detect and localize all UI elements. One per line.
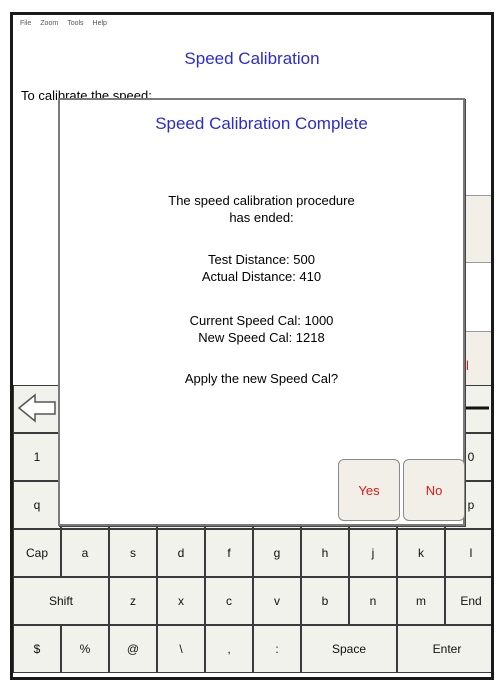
key-colon[interactable]: : [253,625,301,673]
backspace-key[interactable] [13,385,61,433]
dialog-message-line2: has ended: [229,210,294,225]
key-dollar[interactable]: $ [13,625,61,673]
yes-button[interactable]: Yes [338,459,400,521]
key-q[interactable]: q [13,481,61,529]
dialog-message-line1: The speed calibration procedure [168,193,355,208]
menu-bar: File Zoom Tools Help [13,15,491,33]
keyboard-row-bottom: Shift z x c v b n m End [13,577,491,625]
key-backslash[interactable]: \ [157,625,205,673]
key-j[interactable]: j [349,529,397,577]
key-h[interactable]: h [301,529,349,577]
menu-zoom[interactable]: Zoom [40,20,58,33]
key-d[interactable]: d [157,529,205,577]
calibration-complete-dialog: Speed Calibration Complete The speed cal… [58,98,465,526]
yes-button-label: Yes [358,482,380,498]
menu-file[interactable]: File [20,20,31,33]
actual-distance-text: Actual Distance: 410 [201,269,322,284]
key-s[interactable]: s [109,529,157,577]
key-k[interactable]: k [397,529,445,577]
no-button[interactable]: No [403,459,465,521]
key-percent[interactable]: % [61,625,109,673]
key-m[interactable]: m [397,577,445,625]
keyboard-row-home: Cap a s d f g h j k l [13,529,491,577]
key-f[interactable]: f [205,529,253,577]
keyboard-row-symbols: $ % @ \ , : Space Enter [13,625,491,673]
end-key[interactable]: End [445,577,491,625]
key-g[interactable]: g [253,529,301,577]
menu-help[interactable]: Help [93,20,107,33]
key-z[interactable]: z [109,577,157,625]
key-b[interactable]: b [301,577,349,625]
current-speed-cal-text: Current Speed Cal: 1000 [189,313,334,328]
dialog-title: Speed Calibration Complete [155,114,368,133]
no-button-label: No [425,482,443,498]
shift-key[interactable]: Shift [13,577,109,625]
key-c[interactable]: c [205,577,253,625]
menu-tools[interactable]: Tools [67,20,83,33]
space-key[interactable]: Space [301,625,397,673]
app-title: Speed Calibration [184,49,320,68]
key-x[interactable]: x [157,577,205,625]
arrow-left-icon [15,391,59,428]
key-a[interactable]: a [61,529,109,577]
key-at[interactable]: @ [109,625,157,673]
test-distance-text: Test Distance: 500 [208,252,315,267]
enter-key[interactable]: Enter [397,625,491,673]
key-n[interactable]: n [349,577,397,625]
caps-key[interactable]: Cap [13,529,61,577]
new-speed-cal-text: New Speed Cal: 1218 [198,330,325,345]
key-comma[interactable]: , [205,625,253,673]
key-v[interactable]: v [253,577,301,625]
key-1[interactable]: 1 [13,433,61,481]
speed-calibration-window: File Zoom Tools Help Speed Calibration T… [10,12,494,680]
apply-question-text: Apply the new Speed Cal? [184,371,339,386]
key-l[interactable]: l [445,529,491,577]
